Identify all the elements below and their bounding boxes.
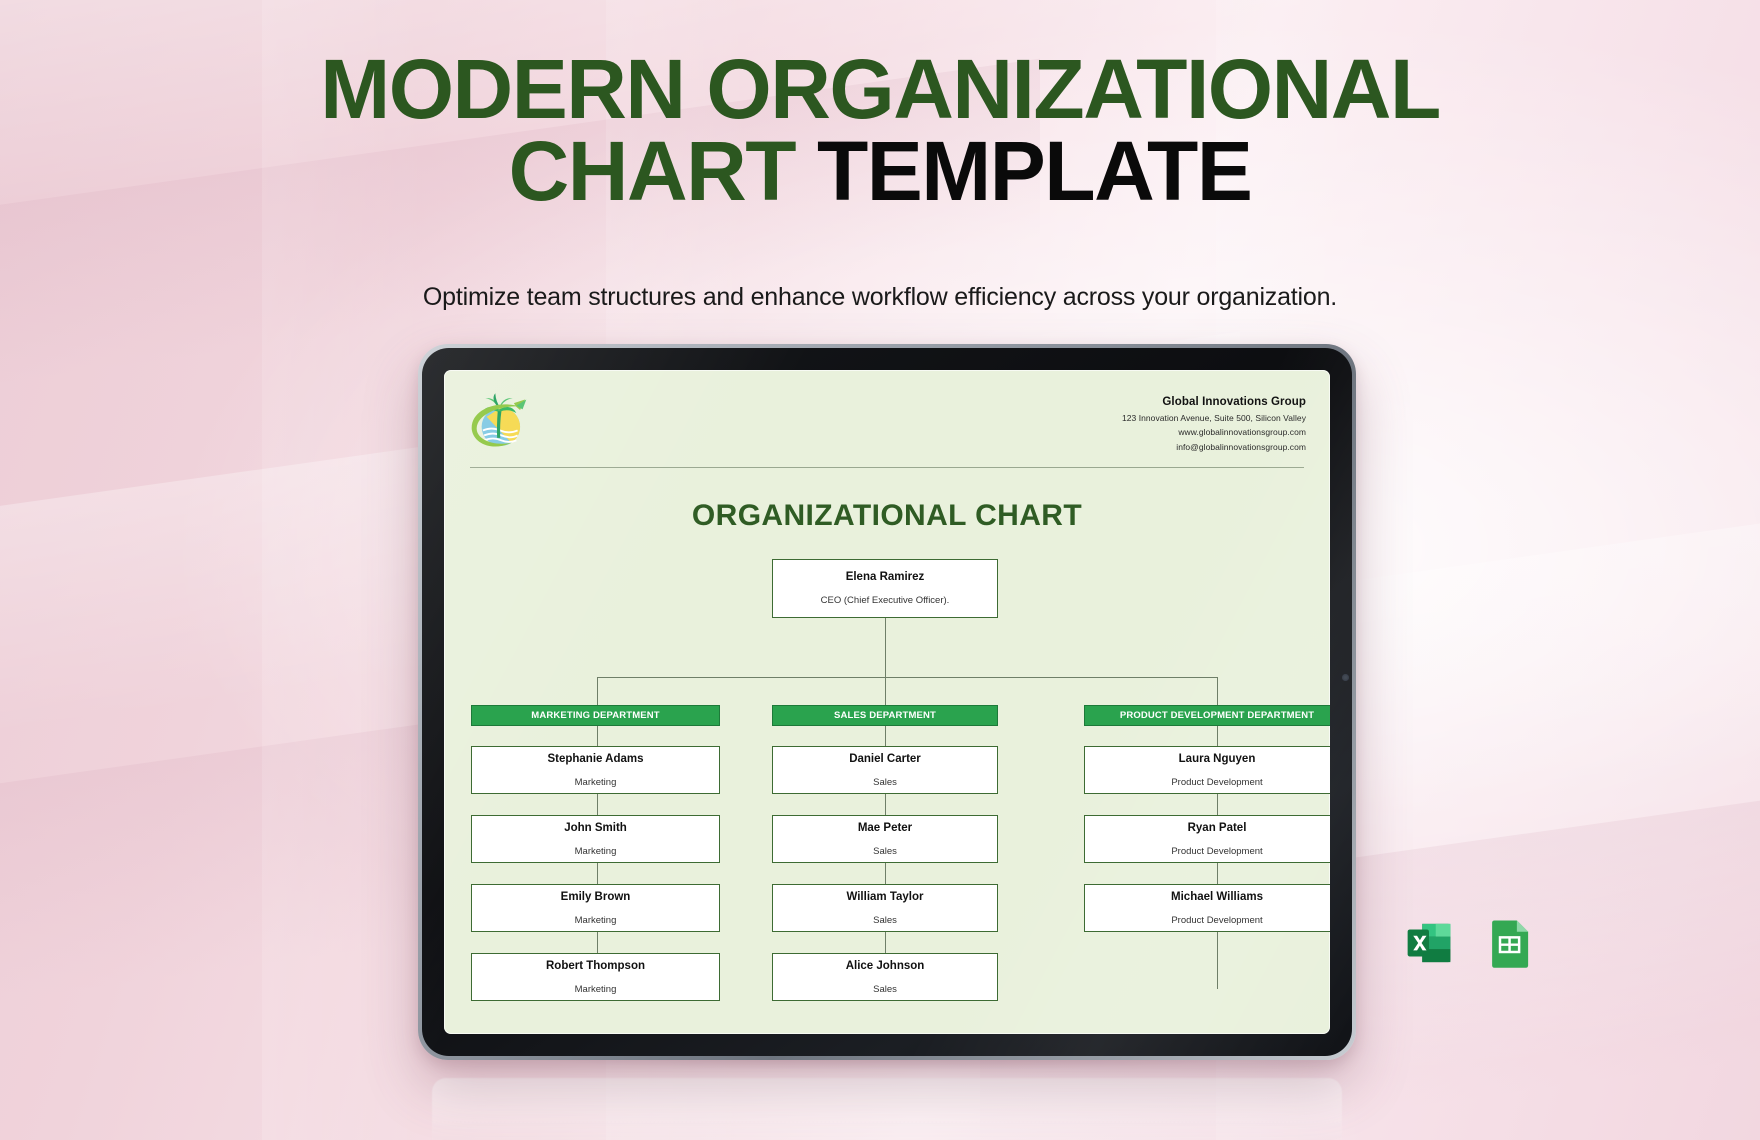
org-chart: Elena Ramirez CEO (Chief Executive Offic… (468, 559, 1330, 1001)
dept-header-product[interactable]: PRODUCT DEVELOPMENT DEPARTMENT (1084, 705, 1330, 726)
company-name: Global Innovations Group (1162, 396, 1306, 408)
org-node-marketing-1[interactable]: Stephanie Adams Marketing (471, 746, 720, 794)
company-email: info@globalinnovationsgroup.com (1176, 441, 1306, 452)
org-node-name: Ryan Patel (1187, 821, 1247, 834)
org-node-sales-4[interactable]: Alice Johnson Sales (772, 953, 998, 1001)
org-node-role: Sales (873, 776, 897, 788)
tablet-mockup: Global Innovations Group 123 Innovation … (418, 344, 1356, 1060)
org-node-sales-2[interactable]: Mae Peter Sales (772, 815, 998, 863)
headline-template-word: TEMPLATE (816, 124, 1253, 219)
org-node-sales-1[interactable]: Daniel Carter Sales (772, 746, 998, 794)
org-node-name: Daniel Carter (849, 752, 921, 765)
document-title: ORGANIZATIONAL CHART (691, 499, 1083, 532)
company-info: Global Innovations Group 123 Innovation … (1122, 392, 1306, 452)
tablet-camera-icon (1342, 674, 1349, 681)
org-node-role: Sales (873, 845, 897, 857)
headline: MODERN ORGANIZATIONAL CHART TEMPLATE (0, 42, 1760, 213)
org-node-name: Michael Williams (1171, 890, 1263, 903)
org-node-ceo[interactable]: Elena Ramirez CEO (Chief Executive Offic… (772, 559, 998, 618)
org-node-role: Marketing (574, 914, 617, 926)
org-node-name: Stephanie Adams (547, 752, 644, 765)
company-address: 123 Innovation Avenue, Suite 500, Silico… (1121, 412, 1306, 423)
dept-header-sales[interactable]: SALES DEPARTMENT (772, 705, 998, 726)
org-node-role: Product Development (1171, 845, 1263, 857)
connector-dept-marketing (597, 677, 598, 705)
org-node-name: William Taylor (846, 890, 924, 903)
org-node-name: Emily Brown (560, 890, 631, 903)
headline-chart-word: CHART (508, 124, 817, 219)
connector-dept-product (1217, 677, 1218, 705)
org-node-product-2[interactable]: Ryan Patel Product Development (1084, 815, 1330, 863)
org-node-role: Product Development (1171, 776, 1263, 788)
google-sheets-icon[interactable] (1482, 916, 1536, 970)
document-header: Global Innovations Group 123 Innovation … (468, 392, 1306, 454)
org-node-role: Sales (873, 983, 897, 995)
org-node-marketing-3[interactable]: Emily Brown Marketing (471, 884, 720, 932)
org-node-product-3[interactable]: Michael Williams Product Development (1084, 884, 1330, 932)
header-divider (470, 467, 1304, 468)
microsoft-excel-icon[interactable] (1402, 916, 1456, 970)
org-node-marketing-4[interactable]: Robert Thompson Marketing (471, 953, 720, 1001)
org-node-role: Sales (873, 914, 897, 926)
org-node-role: Marketing (574, 776, 617, 788)
org-node-name: Mae Peter (857, 821, 913, 834)
org-node-name: Laura Nguyen (1178, 752, 1256, 765)
dept-header-label: MARKETING DEPARTMENT (531, 710, 660, 721)
tropical-island-travel-logo-icon (468, 392, 530, 454)
dept-header-label: PRODUCT DEVELOPMENT DEPARTMENT (1119, 710, 1315, 721)
org-node-marketing-2[interactable]: John Smith Marketing (471, 815, 720, 863)
org-node-name: Elena Ramirez (845, 571, 925, 583)
org-node-name: Alice Johnson (845, 959, 925, 972)
file-format-icons (1402, 916, 1536, 970)
connector-dept-sales (885, 677, 886, 705)
tablet-screen: Global Innovations Group 123 Innovation … (444, 370, 1330, 1034)
tablet-reflection (432, 1078, 1342, 1140)
organizational-chart-document: Global Innovations Group 123 Innovation … (444, 370, 1330, 1034)
org-node-role: Product Development (1171, 914, 1263, 926)
org-node-name: John Smith (564, 821, 627, 834)
org-node-sales-3[interactable]: William Taylor Sales (772, 884, 998, 932)
dept-header-label: SALES DEPARTMENT (834, 710, 936, 721)
dept-header-marketing[interactable]: MARKETING DEPARTMENT (471, 705, 720, 726)
org-node-product-1[interactable]: Laura Nguyen Product Development (1084, 746, 1330, 794)
org-node-role: CEO (Chief Executive Officer). (820, 595, 950, 606)
connector-bus (597, 677, 1217, 678)
company-website: www.globalinnovationsgroup.com (1178, 427, 1306, 437)
org-node-name: Robert Thompson (545, 959, 646, 972)
connector-ceo-down (885, 618, 886, 677)
org-node-role: Marketing (574, 845, 617, 857)
org-node-role: Marketing (574, 983, 617, 995)
headline-line-1: MODERN ORGANIZATIONAL (320, 42, 1441, 136)
headline-line-2: CHART TEMPLATE (0, 129, 1760, 213)
subtitle: Optimize team structures and enhance wor… (422, 283, 1338, 311)
